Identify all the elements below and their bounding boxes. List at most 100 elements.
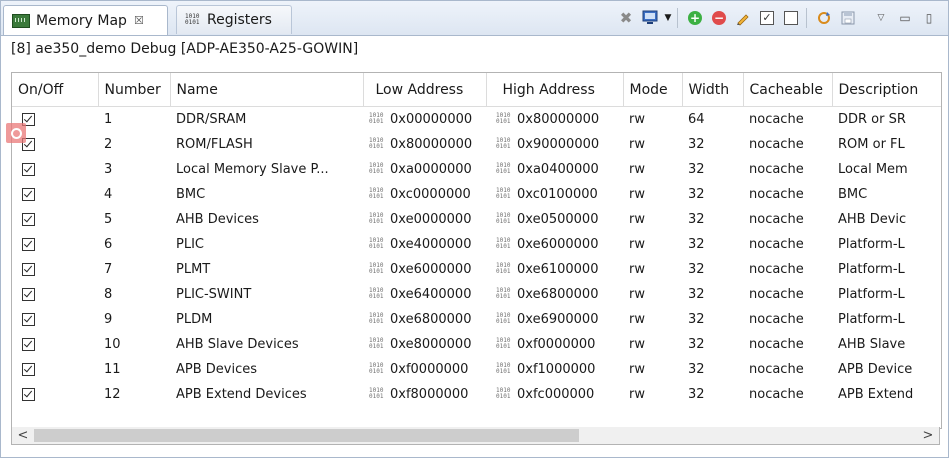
scroll-left-icon[interactable]: < <box>14 427 32 444</box>
row-width[interactable]: 32 <box>682 281 743 307</box>
row-name[interactable]: ROM/FLASH <box>170 131 363 157</box>
remove-all-icon[interactable]: ✖ <box>615 7 637 29</box>
row-enable-cell[interactable] <box>12 306 98 332</box>
table-row[interactable]: 7 PLMT 1010 0101 0xe6000000 1010 0101 0xe610000… <box>12 256 941 282</box>
col-number[interactable]: Number <box>98 73 171 107</box>
dropdown-icon[interactable]: ▼ <box>663 7 673 29</box>
row-high-address[interactable]: 1010 0101 0xe0500000 <box>486 206 623 232</box>
row-low-address[interactable]: 1010 0101 0xa0000000 <box>363 156 486 182</box>
row-name[interactable]: DDR/SRAM <box>170 106 363 132</box>
tab-registers[interactable]: 1010 0101 Registers <box>176 5 292 34</box>
table-row[interactable]: 6 PLIC 1010 0101 0xe4000000 1010 0101 0xe600000… <box>12 231 941 257</box>
row-mode[interactable]: rw <box>623 331 682 357</box>
row-high-address[interactable]: 1010 0101 0xe6100000 <box>486 256 623 282</box>
row-mode[interactable]: rw <box>623 281 682 307</box>
row-width[interactable]: 32 <box>682 381 743 407</box>
row-cacheable[interactable]: nocache <box>743 106 832 132</box>
row-mode[interactable]: rw <box>623 131 682 157</box>
row-name[interactable]: PLIC-SWINT <box>170 281 363 307</box>
display-icon[interactable] <box>639 7 661 29</box>
view-menu-icon[interactable]: ▽ <box>870 7 892 29</box>
row-high-address[interactable]: 1010 0101 0x90000000 <box>486 131 623 157</box>
enable-checkbox[interactable] <box>22 362 35 376</box>
enable-checkbox[interactable] <box>22 212 35 226</box>
scroll-thumb[interactable] <box>34 429 579 442</box>
row-cacheable[interactable]: nocache <box>743 381 832 407</box>
row-cacheable[interactable]: nocache <box>743 306 832 332</box>
row-low-address[interactable]: 1010 0101 0x80000000 <box>363 131 486 157</box>
row-name[interactable]: PLDM <box>170 306 363 332</box>
row-high-address[interactable]: 1010 0101 0xa0400000 <box>486 156 623 182</box>
row-description[interactable]: BMC <box>832 181 941 207</box>
table-row[interactable]: 11 APB Devices 1010 0101 0xf0000000 1010 0101 0… <box>12 356 941 382</box>
enable-checkbox[interactable] <box>22 337 35 351</box>
table-row[interactable]: 2 ROM/FLASH 1010 0101 0x80000000 1010 0101 0x90… <box>12 131 941 157</box>
row-high-address[interactable]: 1010 0101 0x80000000 <box>486 106 623 132</box>
row-width[interactable]: 32 <box>682 331 743 357</box>
row-name[interactable]: PLMT <box>170 256 363 282</box>
row-mode[interactable]: rw <box>623 106 682 132</box>
row-description[interactable]: Local Mem <box>832 156 941 182</box>
row-enable-cell[interactable] <box>12 331 98 357</box>
row-cacheable[interactable]: nocache <box>743 331 832 357</box>
row-name[interactable]: BMC <box>170 181 363 207</box>
maximize-icon[interactable]: ▯ <box>918 7 940 29</box>
table-row[interactable]: 1 DDR/SRAM 1010 0101 0x00000000 1010 0101 0x800… <box>12 106 941 132</box>
row-description[interactable]: Platform-L <box>832 256 941 282</box>
row-low-address[interactable]: 1010 0101 0xf0000000 <box>363 356 486 382</box>
row-cacheable[interactable]: nocache <box>743 131 832 157</box>
deselect-all-icon[interactable] <box>780 7 802 29</box>
row-mode[interactable]: rw <box>623 256 682 282</box>
row-cacheable[interactable]: nocache <box>743 231 832 257</box>
row-enable-cell[interactable] <box>12 356 98 382</box>
row-enable-cell[interactable] <box>12 231 98 257</box>
row-width[interactable]: 32 <box>682 181 743 207</box>
row-low-address[interactable]: 1010 0101 0xe0000000 <box>363 206 486 232</box>
remove-icon[interactable]: − <box>708 7 730 29</box>
select-all-icon[interactable]: ✓ <box>756 7 778 29</box>
enable-checkbox[interactable] <box>22 237 35 251</box>
row-low-address[interactable]: 1010 0101 0xe6400000 <box>363 281 486 307</box>
row-width[interactable]: 32 <box>682 231 743 257</box>
row-cacheable[interactable]: nocache <box>743 356 832 382</box>
scroll-right-icon[interactable]: > <box>919 427 937 444</box>
col-mode[interactable]: Mode <box>623 73 683 107</box>
row-mode[interactable]: rw <box>623 156 682 182</box>
add-icon[interactable]: + <box>684 7 706 29</box>
row-width[interactable]: 32 <box>682 131 743 157</box>
tab-memory-map[interactable]: Memory Map ☒ <box>3 5 168 35</box>
enable-checkbox[interactable] <box>22 162 35 176</box>
col-cacheable[interactable]: Cacheable <box>743 73 833 107</box>
col-description[interactable]: Description <box>832 73 941 107</box>
enable-checkbox[interactable] <box>22 262 35 276</box>
row-name[interactable]: APB Devices <box>170 356 363 382</box>
row-description[interactable]: Platform-L <box>832 281 941 307</box>
row-name[interactable]: APB Extend Devices <box>170 381 363 407</box>
save-icon[interactable] <box>837 7 859 29</box>
row-width[interactable]: 32 <box>682 156 743 182</box>
table-row[interactable]: 3 Local Memory Slave P... 1010 0101 0xa00000… <box>12 156 941 182</box>
row-low-address[interactable]: 1010 0101 0xe6800000 <box>363 306 486 332</box>
row-mode[interactable]: rw <box>623 381 682 407</box>
row-high-address[interactable]: 1010 0101 0xfc000000 <box>486 381 623 407</box>
table-row[interactable]: 5 AHB Devices 1010 0101 0xe0000000 1010 0101 0x… <box>12 206 941 232</box>
row-mode[interactable]: rw <box>623 231 682 257</box>
table-row[interactable]: 8 PLIC-SWINT 1010 0101 0xe6400000 1010 0101 0xe… <box>12 281 941 307</box>
row-description[interactable]: Platform-L <box>832 231 941 257</box>
table-row[interactable]: 10 AHB Slave Devices 1010 0101 0xe8000000 101… <box>12 331 941 357</box>
minimize-icon[interactable]: ▭ <box>894 7 916 29</box>
row-low-address[interactable]: 1010 0101 0xf8000000 <box>363 381 486 407</box>
row-description[interactable]: ROM or FL <box>832 131 941 157</box>
row-cacheable[interactable]: nocache <box>743 256 832 282</box>
row-cacheable[interactable]: nocache <box>743 206 832 232</box>
row-cacheable[interactable]: nocache <box>743 156 832 182</box>
row-description[interactable]: AHB Slave <box>832 331 941 357</box>
row-high-address[interactable]: 1010 0101 0xf1000000 <box>486 356 623 382</box>
row-mode[interactable]: rw <box>623 306 682 332</box>
row-enable-cell[interactable] <box>12 206 98 232</box>
row-enable-cell[interactable] <box>12 181 98 207</box>
row-high-address[interactable]: 1010 0101 0xe6000000 <box>486 231 623 257</box>
table-row[interactable]: 4 BMC 1010 0101 0xc0000000 1010 0101 0xc0100000… <box>12 181 941 207</box>
row-mode[interactable]: rw <box>623 356 682 382</box>
row-enable-cell[interactable] <box>12 381 98 407</box>
